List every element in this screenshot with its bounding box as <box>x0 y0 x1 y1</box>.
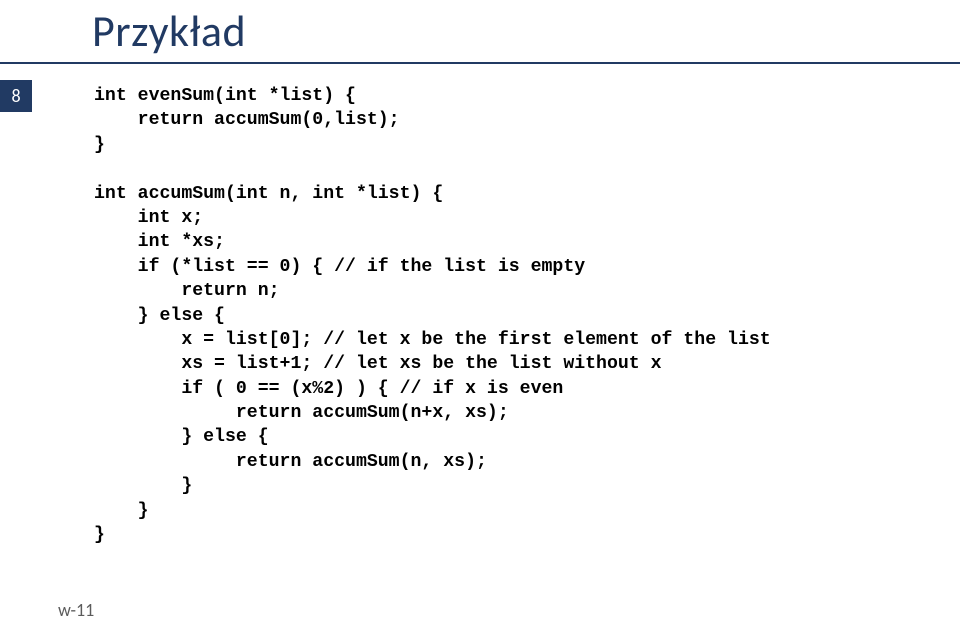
slide-title: Przykład <box>92 4 246 58</box>
slide: Przykład 8 int evenSum(int *list) { retu… <box>0 0 960 627</box>
footer-label: w-11 <box>58 599 94 621</box>
code-block: int evenSum(int *list) { return accumSum… <box>94 84 771 547</box>
page-number-badge: 8 <box>0 80 32 112</box>
page-number: 8 <box>11 85 20 107</box>
title-rule <box>0 62 960 64</box>
